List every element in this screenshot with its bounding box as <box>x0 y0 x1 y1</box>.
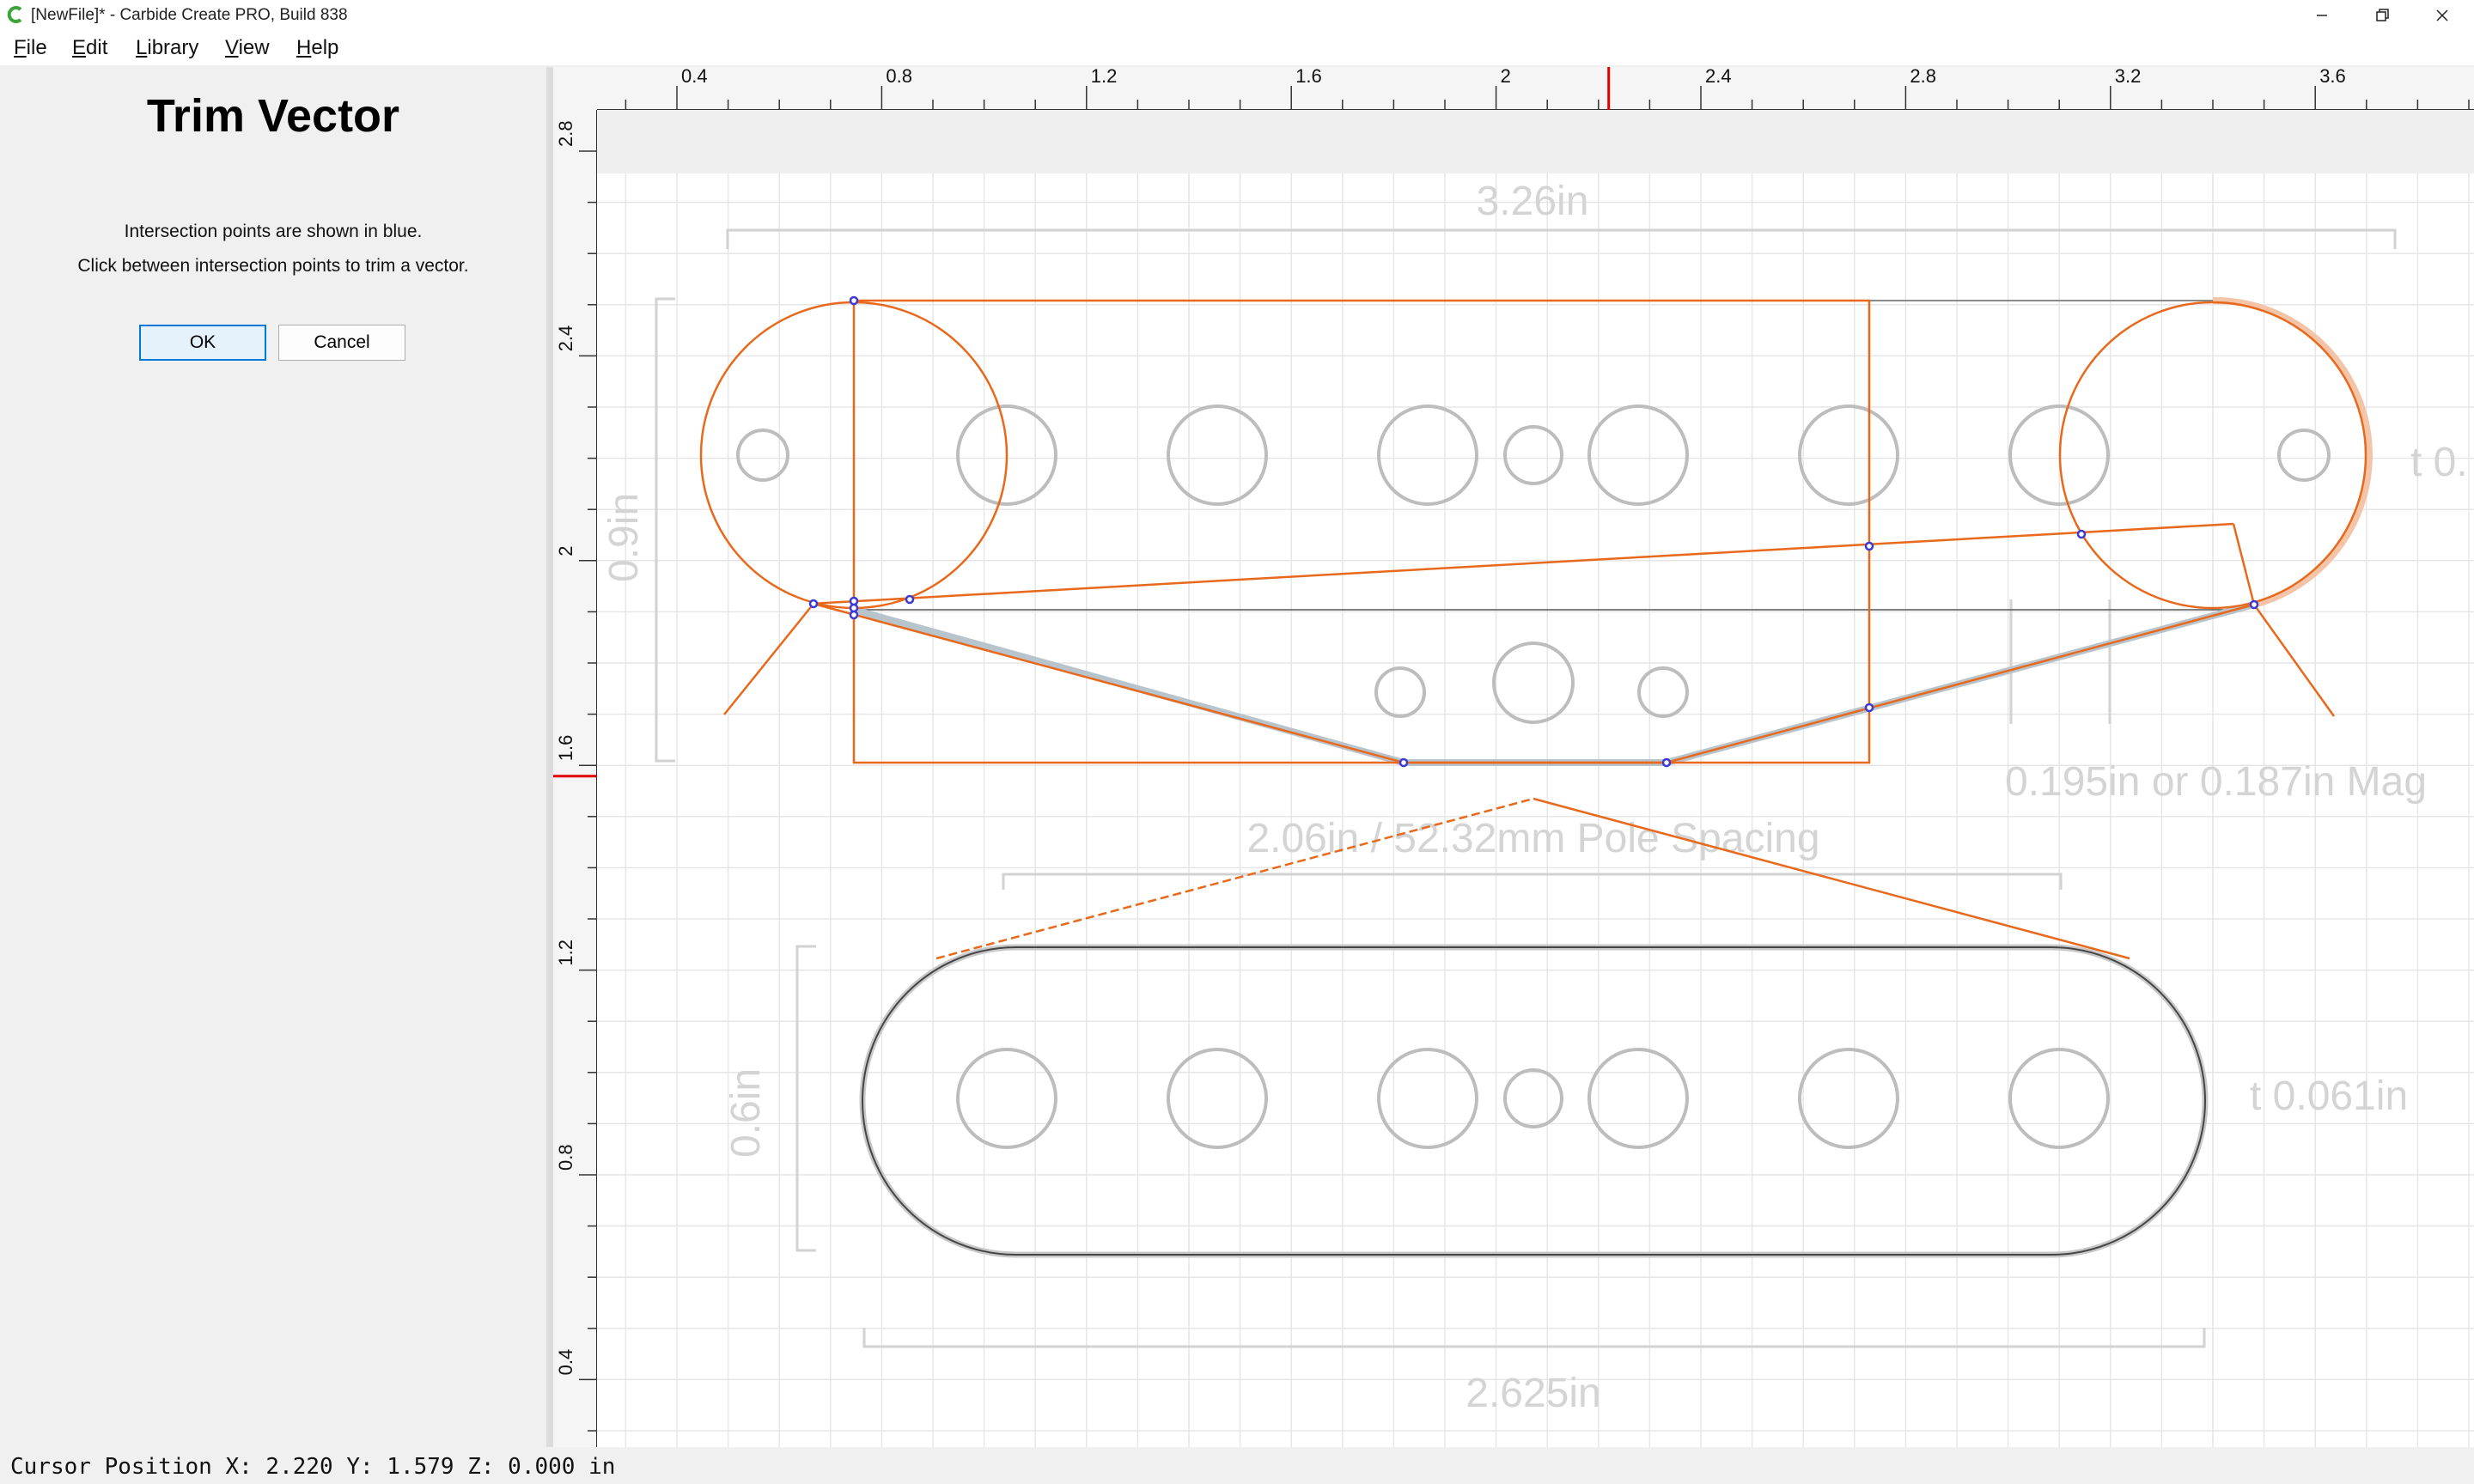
panel-splitter[interactable] <box>546 67 553 1447</box>
menu-file[interactable]: File <box>14 36 47 60</box>
trim-vector-panel: Trim Vector Intersection points are show… <box>0 67 547 1447</box>
ruler-label: 1.2 <box>555 940 576 966</box>
design-canvas[interactable]: 3.26in t 0. 0.9in 0.195in or 0.187in Mag… <box>553 67 2474 1447</box>
intersection-point <box>849 610 859 620</box>
dim-bottom-width: 2.625in <box>1466 1371 1600 1416</box>
intersection-point <box>1398 757 1409 768</box>
cursor-position-readout: Cursor Position X: 2.220 Y: 1.579 Z: 0.0… <box>10 1454 616 1480</box>
restore-icon <box>2376 9 2389 21</box>
menu-bar: File Edit Library View Help <box>0 31 2474 65</box>
instruction-line-2: Click between intersection points to tri… <box>77 256 469 276</box>
intersection-point <box>1864 702 1874 713</box>
ruler-label: 2.4 <box>1705 67 1732 87</box>
dim-top-width: 3.26in <box>1477 179 1589 224</box>
ruler-label: 1.6 <box>555 735 576 762</box>
status-bar: Cursor Position X: 2.220 Y: 1.579 Z: 0.0… <box>0 1447 2474 1484</box>
ruler-label: 2 <box>1501 67 1511 87</box>
ruler-label: 1.6 <box>1295 67 1322 87</box>
minimize-button[interactable] <box>2292 0 2352 31</box>
menu-edit[interactable]: Edit <box>72 36 107 60</box>
title-bar: [NewFile]* - Carbide Create PRO, Build 8… <box>0 0 2474 31</box>
minimize-icon <box>2317 15 2327 16</box>
ruler-label: 0.8 <box>886 67 912 87</box>
intersection-point <box>905 594 915 605</box>
ruler-label: 0.4 <box>555 1349 576 1376</box>
upper-grey-vectors <box>852 296 2373 766</box>
menu-view[interactable]: View <box>225 36 270 60</box>
ruler-label: 0.4 <box>681 67 708 87</box>
panel-title: Trim Vector <box>146 90 400 142</box>
intersection-point <box>849 295 859 306</box>
dim-thickness: t 0.061in <box>2250 1073 2408 1119</box>
ruler-corner <box>553 67 597 110</box>
close-button[interactable] <box>2412 0 2472 31</box>
window-title: [NewFile]* - Carbide Create PRO, Build 8… <box>31 6 348 24</box>
vertical-ruler[interactable]: 2.8 2.4 2 1.6 1.2 0.8 0.4 <box>553 110 597 1447</box>
lower-pickup-outline <box>859 944 2209 1258</box>
ruler-label: 3.2 <box>2115 67 2142 87</box>
ruler-label: 2.8 <box>555 120 576 147</box>
ok-button[interactable]: OK <box>139 325 266 361</box>
intersection-point <box>1864 541 1874 551</box>
ruler-label: 2.4 <box>555 325 576 352</box>
dim-left-bottom: 0.6in <box>723 1068 769 1158</box>
intersection-point <box>808 599 819 609</box>
intersection-point <box>2076 529 2087 539</box>
ruler-label: 2.8 <box>1910 67 1936 87</box>
restore-button[interactable] <box>2352 0 2412 31</box>
canvas-viewport[interactable]: 3.26in t 0. 0.9in 0.195in or 0.187in Mag… <box>553 67 2474 1447</box>
intersection-point <box>1661 757 1672 768</box>
ruler-label: 0.8 <box>555 1144 576 1171</box>
horizontal-ruler[interactable]: 0.4 0.8 1.2 1.6 2 2.4 2.8 3.2 3.6 <box>553 67 2474 110</box>
ruler-label: 1.2 <box>1091 67 1118 87</box>
intersection-point <box>2249 599 2259 610</box>
intersection-points[interactable] <box>808 295 2259 768</box>
cancel-button[interactable]: Cancel <box>278 325 405 361</box>
carbide-c-icon <box>7 6 22 23</box>
ruler-label: 3.6 <box>2319 67 2346 87</box>
ruler-label: 2 <box>555 546 576 556</box>
close-icon <box>2436 9 2448 21</box>
dim-pole-spacing: 2.06in / 52.32mm Pole Spacing <box>1246 816 1819 861</box>
menu-library[interactable]: Library <box>136 36 198 60</box>
dim-left-top: 0.9in <box>601 493 647 582</box>
dim-right-hole: t 0. <box>2410 440 2468 485</box>
dim-magnet: 0.195in or 0.187in Mag <box>2005 759 2427 805</box>
instruction-line-1: Intersection points are shown in blue. <box>124 222 423 241</box>
menu-help[interactable]: Help <box>296 36 338 60</box>
